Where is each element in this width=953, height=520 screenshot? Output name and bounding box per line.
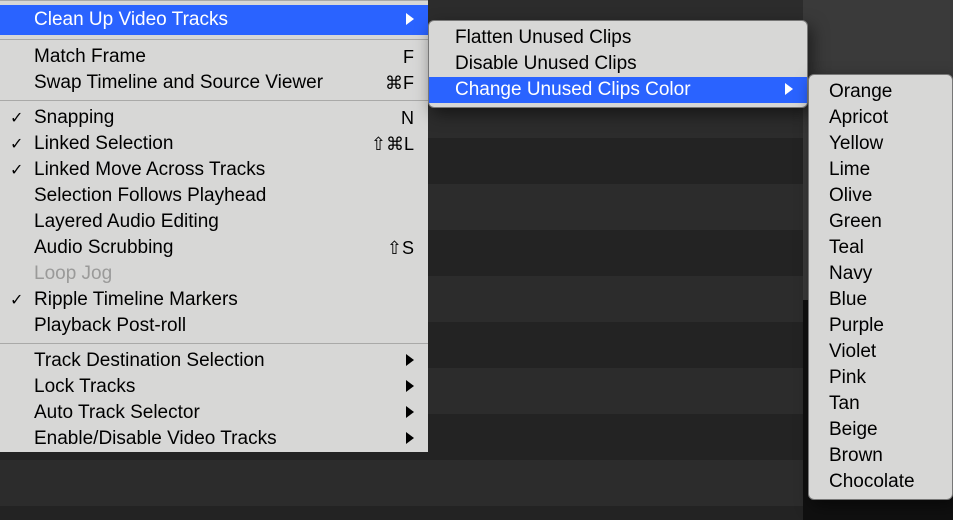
color-item-beige[interactable]: Beige: [809, 417, 952, 443]
menu-item-label: Lock Tracks: [34, 376, 414, 398]
menu-item-label: Track Destination Selection: [34, 350, 414, 372]
menu-item-label: Tan: [829, 393, 860, 415]
color-item-chocolate[interactable]: Chocolate: [809, 469, 952, 495]
menu-item-snapping[interactable]: ✓ Snapping N: [0, 105, 428, 131]
menu-item-shortcut: ⇧S: [387, 238, 414, 259]
menu-item-playback-post-roll[interactable]: Playback Post-roll: [0, 313, 428, 339]
menu-item-match-frame[interactable]: Match Frame F: [0, 44, 428, 70]
menu-item-shortcut: N: [401, 108, 414, 129]
menu-item-audio-scrubbing[interactable]: Audio Scrubbing ⇧S: [0, 235, 428, 261]
menu-item-label: Auto Track Selector: [34, 402, 414, 424]
menu-item-shortcut: ⌘F: [385, 73, 414, 94]
menu-item-label: Apricot: [829, 107, 888, 129]
menu-separator: [0, 0, 428, 1]
submenu-item-flatten-unused-clips[interactable]: Flatten Unused Clips: [429, 25, 807, 51]
color-item-pink[interactable]: Pink: [809, 365, 952, 391]
menu-item-label: Enable/Disable Video Tracks: [34, 428, 414, 450]
color-item-teal[interactable]: Teal: [809, 235, 952, 261]
menu-item-swap-timeline-and-source-viewer[interactable]: Swap Timeline and Source Viewer ⌘F: [0, 70, 428, 96]
menu-item-label: Olive: [829, 185, 872, 207]
menu-item-selection-follows-playhead[interactable]: Selection Follows Playhead: [0, 183, 428, 209]
menu-item-label: Beige: [829, 419, 878, 441]
submenu-arrow-icon: [406, 376, 414, 398]
color-item-apricot[interactable]: Apricot: [809, 105, 952, 131]
menu-item-track-destination-selection[interactable]: Track Destination Selection: [0, 348, 428, 374]
menu-item-ripple-timeline-markers[interactable]: ✓ Ripple Timeline Markers: [0, 287, 428, 313]
color-item-purple[interactable]: Purple: [809, 313, 952, 339]
menu-item-shortcut: F: [403, 47, 414, 68]
menu-item-label: Ripple Timeline Markers: [34, 289, 414, 311]
menu-item-label: Selection Follows Playhead: [34, 185, 414, 207]
checkmark-icon: ✓: [10, 160, 23, 180]
menu-item-enable-disable-video-tracks[interactable]: Enable/Disable Video Tracks: [0, 426, 428, 452]
menu-item-label: Linked Selection: [34, 133, 371, 155]
color-item-yellow[interactable]: Yellow: [809, 131, 952, 157]
menu-item-label: Audio Scrubbing: [34, 237, 387, 259]
menu-item-label: Blue: [829, 289, 867, 311]
menu-item-label: Violet: [829, 341, 876, 363]
color-item-violet[interactable]: Violet: [809, 339, 952, 365]
menu-separator: [0, 343, 428, 344]
submenu-item-change-unused-clips-color[interactable]: Change Unused Clips Color: [429, 77, 807, 103]
menu-item-label: Swap Timeline and Source Viewer: [34, 72, 385, 94]
submenu-item-disable-unused-clips[interactable]: Disable Unused Clips: [429, 51, 807, 77]
menu-item-label: Pink: [829, 367, 866, 389]
submenu-arrow-icon: [406, 402, 414, 424]
menu-item-label: Match Frame: [34, 46, 403, 68]
menu-item-label: Snapping: [34, 107, 401, 129]
menu-item-label: Green: [829, 211, 882, 233]
checkmark-icon: ✓: [10, 134, 23, 154]
submenu-change-unused-clips-color: Orange Apricot Yellow Lime Olive Green T…: [808, 74, 953, 500]
submenu-clean-up-video-tracks: Flatten Unused Clips Disable Unused Clip…: [428, 20, 808, 108]
menu-item-label: Linked Move Across Tracks: [34, 159, 414, 181]
submenu-arrow-icon: [406, 350, 414, 372]
menu-item-label: Brown: [829, 445, 883, 467]
checkmark-icon: ✓: [10, 290, 23, 310]
menu-separator: [0, 39, 428, 40]
menu-item-label: Playback Post-roll: [34, 315, 414, 337]
menu-item-label: Purple: [829, 315, 884, 337]
menu-item-linked-selection[interactable]: ✓ Linked Selection ⇧⌘L: [0, 131, 428, 157]
submenu-arrow-icon: [406, 9, 414, 31]
submenu-arrow-icon: [406, 428, 414, 450]
color-item-brown[interactable]: Brown: [809, 443, 952, 469]
main-context-menu: Clean Up Video Tracks Match Frame F Swap…: [0, 0, 428, 452]
menu-item-layered-audio-editing[interactable]: Layered Audio Editing: [0, 209, 428, 235]
menu-item-label: Clean Up Video Tracks: [34, 9, 414, 31]
menu-item-label: Flatten Unused Clips: [455, 27, 631, 49]
submenu-arrow-icon: [785, 79, 793, 101]
menu-item-clean-up-video-tracks[interactable]: Clean Up Video Tracks: [0, 5, 428, 35]
menu-item-label: Navy: [829, 263, 872, 285]
checkmark-icon: ✓: [10, 108, 23, 128]
menu-item-auto-track-selector[interactable]: Auto Track Selector: [0, 400, 428, 426]
color-item-lime[interactable]: Lime: [809, 157, 952, 183]
menu-item-label: Change Unused Clips Color: [455, 79, 691, 101]
menu-item-label: Orange: [829, 81, 892, 103]
menu-separator: [0, 100, 428, 101]
menu-item-label: Yellow: [829, 133, 883, 155]
menu-item-linked-move-across-tracks[interactable]: ✓ Linked Move Across Tracks: [0, 157, 428, 183]
menu-item-lock-tracks[interactable]: Lock Tracks: [0, 374, 428, 400]
color-item-tan[interactable]: Tan: [809, 391, 952, 417]
color-item-green[interactable]: Green: [809, 209, 952, 235]
menu-item-label: Chocolate: [829, 471, 915, 493]
menu-item-label: Disable Unused Clips: [455, 53, 637, 75]
menu-item-label: Teal: [829, 237, 864, 259]
menu-item-shortcut: ⇧⌘L: [371, 134, 414, 155]
color-item-blue[interactable]: Blue: [809, 287, 952, 313]
menu-item-label: Loop Jog: [34, 263, 414, 285]
color-item-olive[interactable]: Olive: [809, 183, 952, 209]
color-item-navy[interactable]: Navy: [809, 261, 952, 287]
color-item-orange[interactable]: Orange: [809, 79, 952, 105]
menu-item-label: Lime: [829, 159, 870, 181]
menu-item-loop-jog: Loop Jog: [0, 261, 428, 287]
menu-item-label: Layered Audio Editing: [34, 211, 414, 233]
